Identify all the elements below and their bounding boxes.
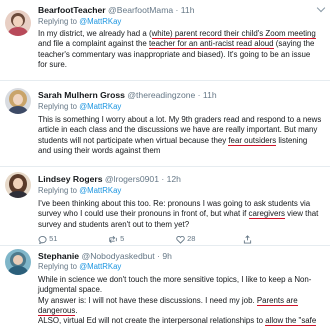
avatar[interactable]	[5, 10, 31, 36]
reply-context: Replying to @MattRKay	[38, 17, 122, 26]
highlight-underline: white) parent record their child's Zoom …	[151, 29, 316, 39]
tweet-header: Stephanie @Nobodyaskedbut · 9h	[38, 251, 172, 261]
reply-button[interactable]: 51	[38, 234, 57, 244]
tweet-text: While in science we don't touch the more…	[38, 275, 317, 327]
highlight-underline: fear outsiders	[228, 135, 277, 146]
timestamp[interactable]: · 11h	[176, 5, 195, 15]
mention-link[interactable]: @MattRKay	[79, 262, 121, 271]
retweet-icon	[109, 235, 117, 243]
reply-icon	[38, 235, 47, 244]
user-handle[interactable]: @Nobodyaskedbut · 9h	[81, 251, 171, 261]
highlight-underline: teacher for an anti-racist read aloud	[148, 39, 274, 50]
tweet-lindsey-rogers[interactable]: Lindsey Rogers @lrogers0901 · 12h Replyi…	[0, 168, 330, 244]
tweet-bearfootteacher[interactable]: BearfootTeacher @BearfootMama · 11h Repl…	[0, 0, 330, 80]
display-name[interactable]: Sarah Mulhern Gross	[38, 90, 125, 100]
retweet-count: 5	[120, 234, 125, 243]
tweet-header: Lindsey Rogers @lrogers0901 · 12h	[38, 174, 181, 184]
tweet-stephanie[interactable]: Stephanie @Nobodyaskedbut · 9h Replying …	[0, 246, 330, 330]
avatar[interactable]	[5, 88, 31, 114]
like-count: 28	[187, 234, 196, 243]
retweet-button[interactable]: 5	[108, 234, 124, 244]
user-handle[interactable]: @lrogers0901 · 12h	[105, 174, 181, 184]
mention-link[interactable]: @MattRKay	[79, 17, 121, 26]
highlight-underline: dangerous	[38, 305, 76, 316]
avatar[interactable]	[5, 172, 31, 198]
tweet-text: In my district, we already had a (white)…	[38, 29, 316, 69]
reply-count: 51	[49, 234, 58, 243]
display-name[interactable]: Stephanie	[38, 251, 79, 261]
heart-icon	[176, 235, 185, 244]
divider	[0, 166, 330, 167]
tweet-text: This is something I worry about a lot. M…	[38, 115, 322, 155]
share-button[interactable]	[243, 234, 252, 244]
user-handle[interactable]: @BearfootMama	[108, 5, 173, 15]
chevron-down-icon[interactable]	[316, 3, 326, 13]
highlight-underline: caregivers	[248, 209, 285, 220]
display-name[interactable]: Lindsey Rogers	[38, 174, 102, 184]
avatar[interactable]	[5, 249, 31, 275]
share-icon	[243, 234, 252, 244]
mention-link[interactable]: @MattRKay	[79, 102, 121, 111]
tweet-text: I've been thinking about this too. Re: p…	[38, 199, 319, 229]
divider	[0, 80, 330, 81]
user-handle[interactable]: @thereadingzone · 11h	[127, 90, 216, 100]
tweet-header: Sarah Mulhern Gross @thereadingzone · 11…	[38, 90, 217, 100]
tweet-header: BearfootTeacher @BearfootMama · 11h	[38, 5, 194, 15]
reply-context: Replying to @MattRKay	[38, 186, 122, 195]
mention-link[interactable]: @MattRKay	[79, 186, 121, 195]
highlight-underline: allow the "safe	[265, 316, 317, 327]
highlight-underline: Parents are	[256, 295, 298, 306]
display-name[interactable]: BearfootTeacher	[38, 5, 106, 15]
like-button[interactable]: 28	[176, 234, 195, 244]
reply-context: Replying to @MattRKay	[38, 102, 122, 111]
reply-context: Replying to @MattRKay	[38, 262, 122, 271]
